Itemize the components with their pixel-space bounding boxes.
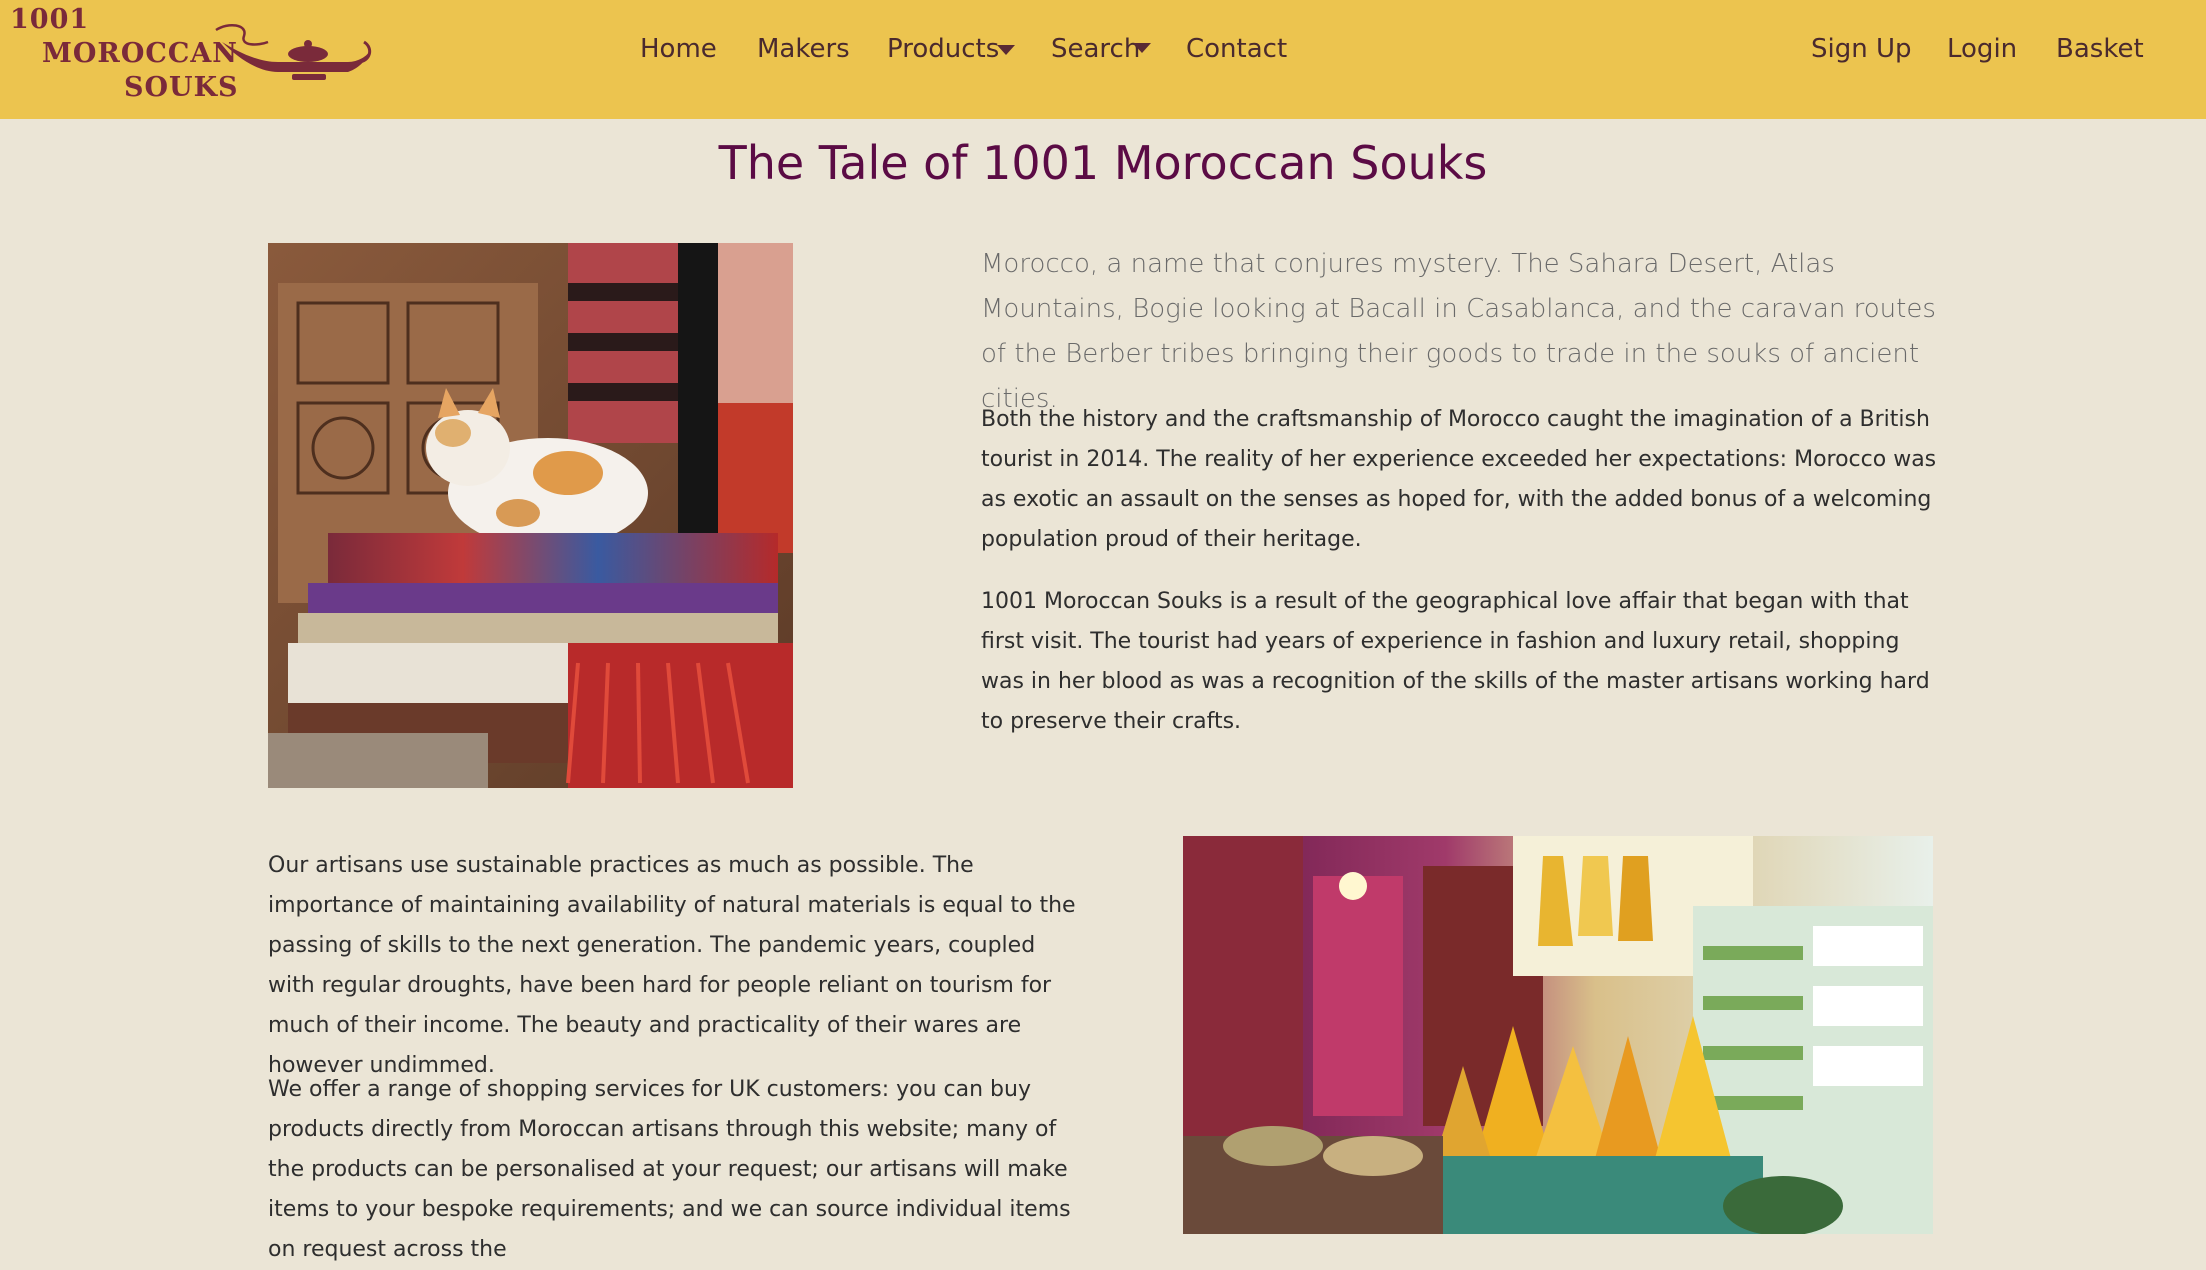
site-logo[interactable]: 1001 MOROCCAN SOUKS	[8, 4, 372, 101]
artisans-paragraph: Our artisans use sustainable practices a…	[268, 853, 1076, 1078]
origin-paragraph: 1001 Moroccan Souks is a result of the g…	[981, 589, 1930, 734]
cat-on-rugs-image	[268, 243, 793, 788]
nav-contact[interactable]: Contact	[1186, 34, 1287, 64]
intro-lead-paragraph: Morocco, a name that conjures mystery. T…	[981, 249, 1936, 414]
logo-line-1: 1001	[10, 4, 90, 35]
nav-sign-up[interactable]: Sign Up	[1811, 34, 1912, 64]
chevron-down-icon[interactable]	[997, 45, 1015, 55]
history-paragraph: Both the history and the craftsmanship o…	[981, 407, 1937, 552]
page-title: The Tale of 1001 Moroccan Souks	[718, 136, 1488, 190]
nav-home[interactable]: Home	[640, 34, 717, 64]
nav-search-label: Search	[1051, 34, 1141, 64]
spice-market-image	[1183, 836, 1933, 1234]
top-navbar: 1001 MOROCCAN SOUKS Home Makers Products…	[0, 0, 2206, 119]
nav-products-dropdown[interactable]: Products	[887, 34, 999, 64]
magic-lamp-icon	[215, 23, 372, 80]
nav-basket[interactable]: Basket	[2056, 34, 2144, 64]
nav-login[interactable]: Login	[1947, 34, 2017, 64]
chevron-down-icon[interactable]	[1133, 43, 1151, 53]
nav-search-dropdown[interactable]: Search	[1051, 34, 1140, 64]
nav-makers[interactable]: Makers	[757, 34, 850, 64]
services-paragraph: We offer a range of shopping services fo…	[268, 1077, 1071, 1262]
nav-products-label: Products	[887, 34, 1000, 64]
